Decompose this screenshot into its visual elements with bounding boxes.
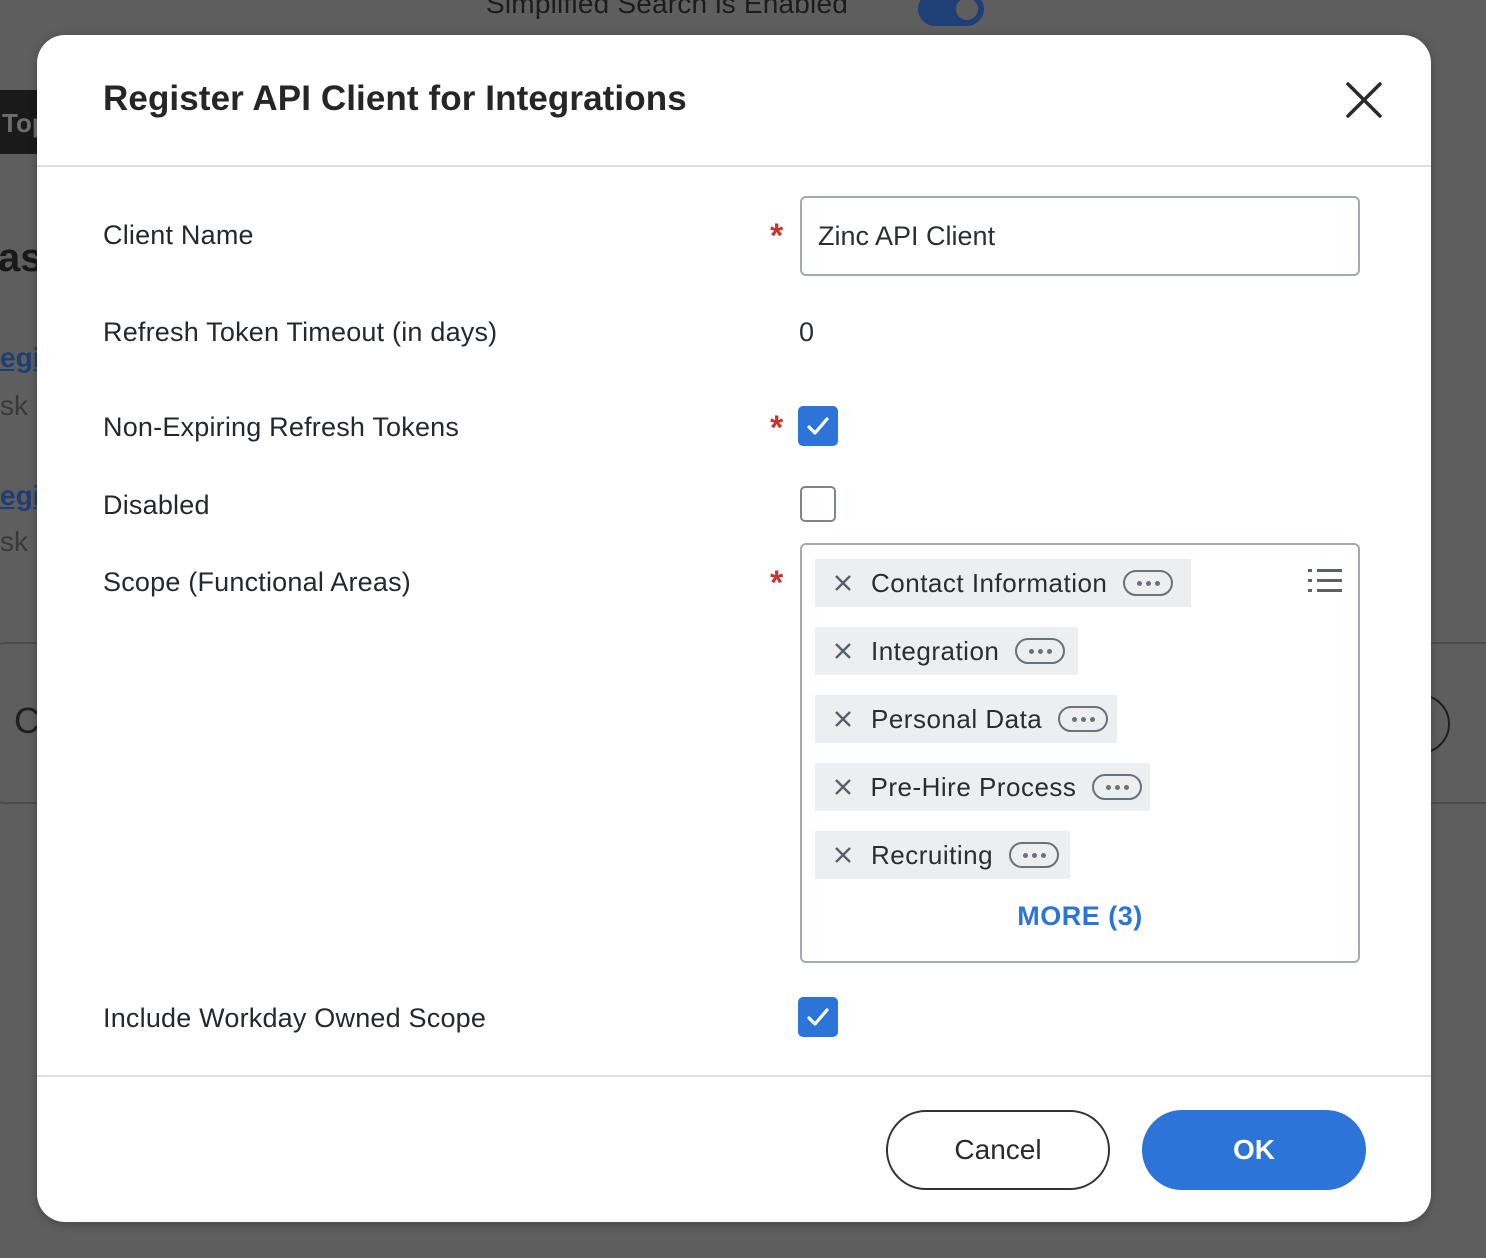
scope-pill-label: Integration (871, 635, 1000, 666)
scope-pill-label: Pre-Hire Process (870, 771, 1077, 802)
remove-pill-button[interactable] (815, 763, 870, 811)
simplified-search-toggle[interactable] (918, 0, 984, 26)
x-icon (835, 575, 851, 591)
workday-scope-label: Include Workday Owned Scope (103, 1003, 487, 1033)
x-icon (834, 779, 851, 795)
client-name-label: Client Name (103, 220, 254, 250)
non-expiring-label: Non-Expiring Refresh Tokens (103, 412, 460, 442)
cancel-button[interactable]: Cancel (886, 1110, 1110, 1190)
remove-pill-button[interactable] (815, 831, 871, 879)
scope-pill-label: Personal Data (871, 703, 1043, 734)
close-icon (1346, 82, 1382, 118)
ellipsis-icon[interactable] (1092, 774, 1142, 800)
disabled-checkbox[interactable] (800, 486, 836, 522)
ok-button[interactable]: OK (1142, 1110, 1366, 1190)
required-marker: * (770, 409, 784, 447)
checkmark-icon (807, 1008, 829, 1026)
ellipsis-icon[interactable] (1123, 570, 1174, 596)
show-more-link[interactable]: MORE (3) (802, 901, 1358, 932)
scope-label: Scope (Functional Areas) (103, 567, 411, 597)
remove-pill-button[interactable] (815, 627, 871, 675)
scope-multiselect[interactable]: Contact Information Integration Personal… (800, 543, 1360, 963)
register-api-client-dialog: Register API Client for Integrations Cli… (37, 35, 1431, 1222)
scope-pill: Pre-Hire Process (815, 763, 1150, 811)
x-icon (835, 847, 851, 863)
bg-subtext-fragment: sk (0, 390, 28, 421)
bg-tab-fragment: Top (0, 90, 40, 154)
remove-pill-button[interactable] (815, 559, 871, 607)
scope-pill-label: Recruiting (871, 839, 994, 870)
checkmark-icon (807, 417, 829, 435)
simplified-search-status: Simplified Search is Enabled (486, 0, 849, 19)
scope-pill: Integration (815, 627, 1078, 675)
close-button[interactable] (1343, 79, 1385, 121)
disabled-label: Disabled (103, 490, 210, 520)
remove-pill-button[interactable] (815, 695, 871, 743)
workday-scope-checkbox[interactable] (798, 997, 838, 1037)
refresh-timeout-label: Refresh Token Timeout (in days) (103, 317, 498, 347)
toggle-knob (954, 0, 980, 22)
scope-pill: Recruiting (815, 831, 1070, 879)
refresh-timeout-value: 0 (799, 317, 815, 347)
scope-pill: Personal Data (815, 695, 1117, 743)
scope-pill: Contact Information (815, 559, 1191, 607)
bg-subtext-fragment: sk (0, 526, 28, 557)
client-name-input[interactable] (800, 196, 1360, 276)
required-marker: * (770, 564, 784, 602)
ellipsis-icon[interactable] (1009, 842, 1060, 868)
ellipsis-icon[interactable] (1015, 638, 1066, 664)
x-icon (835, 643, 851, 659)
x-icon (835, 711, 851, 727)
footer-divider (37, 1075, 1431, 1077)
ellipsis-icon[interactable] (1058, 706, 1109, 732)
dialog-header: Register API Client for Integrations (37, 35, 1431, 167)
scope-pill-label: Contact Information (871, 567, 1108, 598)
dialog-title: Register API Client for Integrations (103, 79, 687, 118)
list-icon[interactable] (1308, 567, 1342, 600)
non-expiring-checkbox[interactable] (798, 406, 838, 446)
required-marker: * (770, 217, 784, 255)
